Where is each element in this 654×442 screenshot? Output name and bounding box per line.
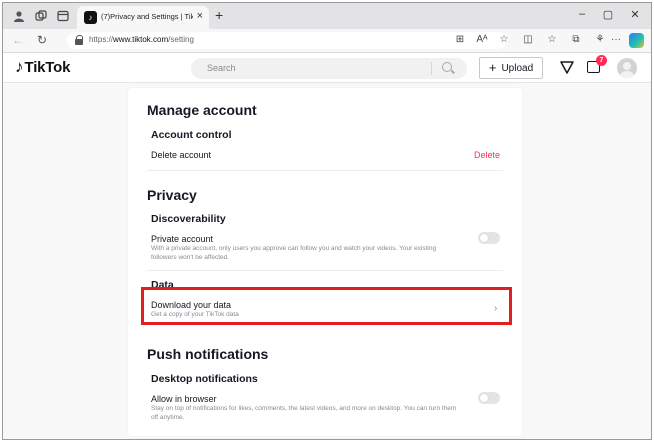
allow-in-browser-toggle[interactable]: [478, 392, 500, 404]
split-screen-icon[interactable]: ◫: [521, 34, 535, 45]
refresh-icon[interactable]: ↻: [35, 33, 49, 47]
url-field[interactable]: https://www.tiktok.com/setting: [67, 32, 507, 49]
more-icon[interactable]: ···: [609, 34, 623, 45]
tiktok-logo[interactable]: ♪ TikTok: [15, 58, 70, 76]
read-aloud-icon[interactable]: Aᴬ: [475, 34, 489, 45]
plus-icon: +: [488, 60, 497, 75]
search-placeholder: Search: [207, 63, 236, 73]
divider: [147, 170, 503, 171]
tiktok-header: ♪ TikTok Search + Upload 7: [3, 53, 651, 83]
address-bar-row: ← ↻ https://www.tiktok.com/setting ⊞ Aᴬ …: [3, 29, 651, 53]
collections-icon[interactable]: ⧉: [569, 34, 583, 45]
delete-account-button[interactable]: Delete: [474, 150, 500, 160]
close-window-button[interactable]: ✕: [628, 8, 642, 21]
tab-title: (7)Privacy and Settings | TikTok: [101, 12, 193, 21]
highlight-box: [141, 287, 512, 325]
app-available-icon[interactable]: ⊞: [453, 34, 467, 45]
tab-close-icon[interactable]: ×: [197, 10, 203, 22]
tiktok-note-icon: ♪: [15, 57, 24, 76]
back-icon[interactable]: ←: [11, 33, 25, 47]
tiktok-wordmark: TikTok: [24, 58, 71, 76]
workspaces-icon[interactable]: [33, 8, 49, 24]
messages-icon[interactable]: [560, 60, 574, 74]
lock-icon[interactable]: [75, 35, 84, 45]
profile-icon[interactable]: [11, 8, 27, 24]
search-input[interactable]: Search: [191, 58, 467, 79]
allow-in-browser-label: Allow in browser: [151, 394, 217, 404]
push-notifications-title: Push notifications: [147, 346, 269, 362]
active-tab[interactable]: ♪ (7)Privacy and Settings | TikTok ×: [77, 6, 209, 29]
upload-label: Upload: [501, 62, 534, 74]
allow-in-browser-description: Stay on top of notifications for likes, …: [151, 405, 457, 421]
search-divider: [431, 62, 432, 75]
extensions-icon[interactable]: ⚘: [593, 34, 607, 45]
private-account-label: Private account: [151, 234, 214, 244]
new-tab-button[interactable]: +: [215, 7, 223, 23]
search-icon[interactable]: [442, 62, 452, 72]
divider: [147, 270, 503, 271]
tab-strip: ♪ (7)Privacy and Settings | TikTok × + –…: [3, 3, 651, 29]
manage-account-title: Manage account: [147, 102, 257, 118]
inbox-badge: 7: [596, 55, 607, 66]
privacy-title: Privacy: [147, 187, 197, 203]
favorites-bar-icon[interactable]: ☆: [545, 34, 559, 45]
url-text: https://www.tiktok.com/setting: [89, 35, 194, 44]
tab-actions-icon[interactable]: [55, 8, 71, 24]
minimize-button[interactable]: –: [575, 8, 589, 20]
private-account-toggle[interactable]: [478, 232, 500, 244]
tiktok-favicon-icon: ♪: [84, 11, 97, 24]
upload-button[interactable]: + Upload: [479, 57, 543, 79]
favorite-star-icon[interactable]: ☆: [497, 34, 511, 45]
discoverability-subtitle: Discoverability: [151, 213, 226, 225]
private-account-description: With a private account, only users you a…: [151, 245, 437, 261]
copilot-icon[interactable]: [629, 33, 644, 48]
delete-account-label: Delete account: [151, 150, 212, 160]
avatar[interactable]: [617, 58, 637, 78]
account-control-subtitle: Account control: [151, 129, 232, 141]
maximize-button[interactable]: ▢: [601, 8, 615, 21]
data-subtitle: Data: [151, 279, 174, 287]
desktop-notifications-subtitle: Desktop notifications: [151, 373, 258, 385]
